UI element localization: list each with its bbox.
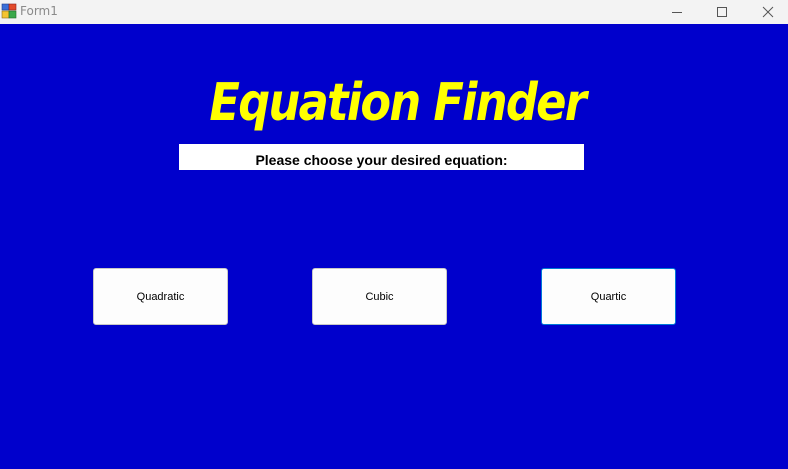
title-bar[interactable]: Form1 (0, 0, 788, 24)
form-app-icon[interactable] (1, 3, 17, 19)
quartic-button[interactable]: Quartic (541, 268, 676, 325)
maximize-button[interactable] (699, 0, 745, 24)
quadratic-button[interactable]: Quadratic (93, 268, 228, 325)
window-title: Form1 (20, 4, 58, 18)
prompt-label: Please choose your desired equation: (255, 152, 508, 168)
app-heading: Equation Finder (209, 73, 586, 133)
cubic-button[interactable]: Cubic (312, 268, 447, 325)
close-button[interactable] (745, 0, 788, 24)
app-window: Form1 Equation Finder Please choose your… (0, 0, 788, 469)
prompt-label-box: Please choose your desired equation: (179, 144, 584, 170)
minimize-icon (672, 12, 682, 13)
maximize-icon (717, 7, 727, 17)
close-icon (762, 6, 774, 18)
minimize-button[interactable] (654, 0, 700, 24)
